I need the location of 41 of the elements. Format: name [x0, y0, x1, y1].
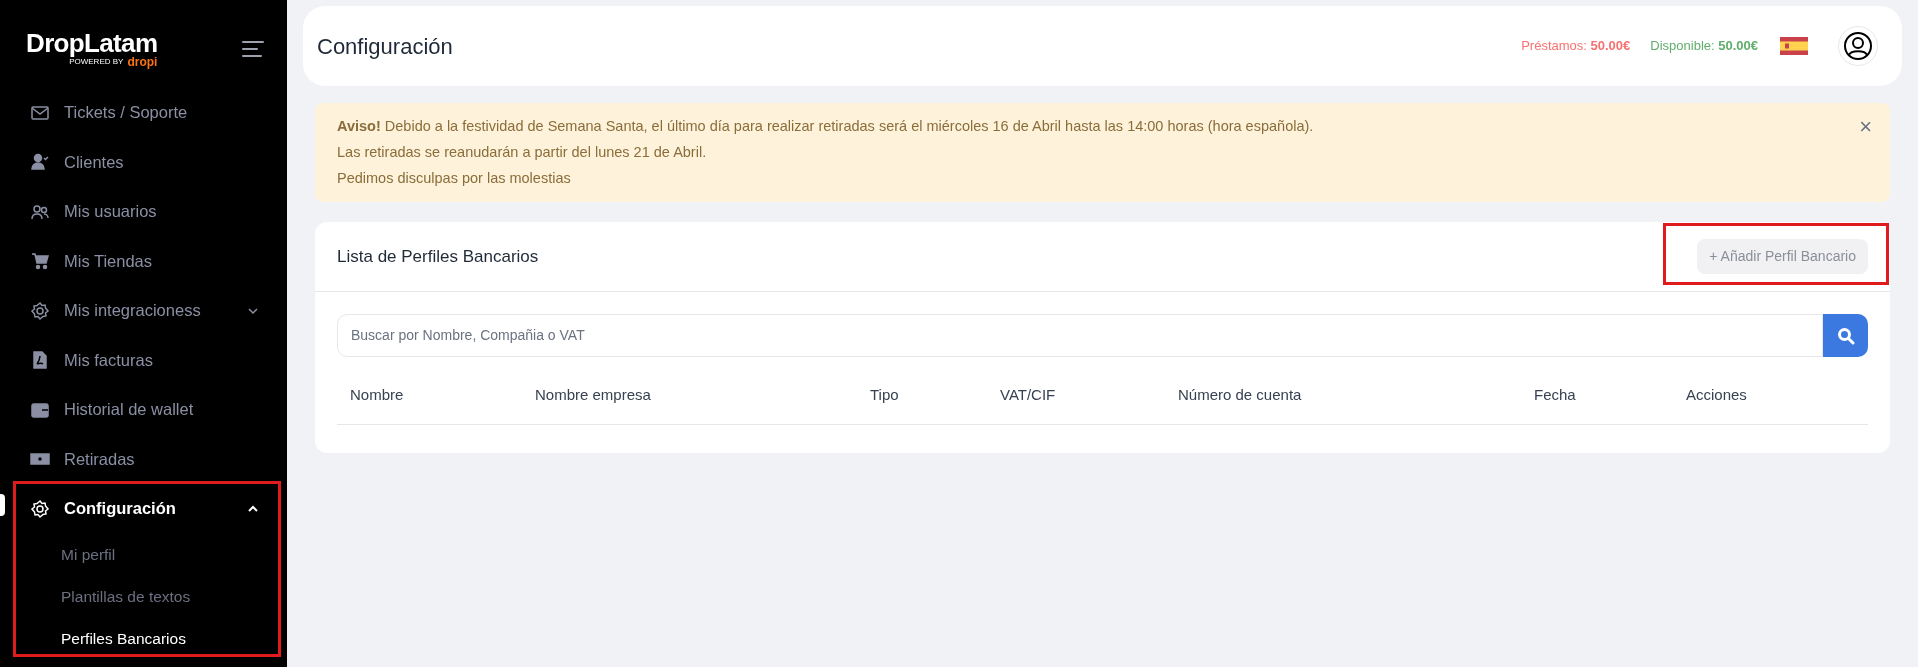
column-header: Número de cuenta: [1178, 384, 1303, 405]
column-header: Fecha: [1534, 384, 1577, 405]
cart-icon: [30, 251, 50, 272]
active-indicator: [0, 494, 5, 516]
search-button[interactable]: [1823, 314, 1868, 358]
submenu-item[interactable]: Plantillas de textos: [61, 575, 191, 618]
search-icon: [1836, 326, 1855, 345]
gear-icon: [30, 498, 50, 519]
alert-text: Aviso! Debido a la festividad de Semana Santa, el último día para realizar retiradas será el miércoles 16 de Abril hasta las 14:00 horas (hora española).: [337, 117, 1314, 136]
search-field[interactable]: Buscar por Nombre, Compañia o VAT: [337, 314, 1823, 358]
alert-text: Las retiradas se reanudarán a partir del lunes 21 de Abril.: [337, 142, 708, 162]
sidebar-item[interactable]: Retiradas: [16, 434, 271, 484]
alert-text: Pedimos disculpas por las molestias: [337, 168, 572, 188]
card-title: Lista de Perfiles Bancarios: [337, 246, 539, 268]
brand-logo: DropLatam: [26, 30, 158, 56]
column-header: Tipo: [870, 384, 900, 405]
sidebar-item[interactable]: Historial de wallet: [16, 385, 271, 435]
menu-icon[interactable]: [241, 40, 265, 58]
page-title: Configuración: [317, 32, 453, 61]
available-balance: Disponible: 50.00€: [1650, 37, 1758, 56]
sidebar-item[interactable]: Mis usuarios: [16, 187, 271, 237]
close-button[interactable]: ×: [1859, 116, 1872, 138]
loans-balance: Préstamos: 50.00€: [1521, 37, 1631, 56]
sidebar-item[interactable]: Configuración: [16, 484, 271, 534]
column-header: Acciones: [1686, 384, 1748, 405]
sidebar-item[interactable]: Mis facturas: [16, 335, 271, 385]
logo-tagline: POWERED BY: [69, 57, 124, 68]
sidebar-item[interactable]: Clientes: [16, 137, 271, 187]
submenu-item[interactable]: Mi perfil: [61, 533, 116, 576]
column-header: Nombre: [350, 384, 405, 405]
column-header: VAT/CIF: [1000, 384, 1057, 405]
sidebar-item[interactable]: Mis integracioness: [16, 286, 271, 336]
column-header: Nombre empresa: [535, 384, 652, 405]
submenu-item[interactable]: Perfiles Bancarios: [61, 617, 186, 660]
logo-subbrand: dropi: [127, 56, 158, 68]
sidebar-item[interactable]: Tickets / Soporte: [16, 88, 271, 138]
sidebar-item[interactable]: Mis Tiendas: [16, 236, 271, 286]
user-check-icon: [30, 152, 50, 173]
gear-icon: [30, 300, 50, 321]
spain-flag-icon[interactable]: [1780, 37, 1808, 55]
pdf-file-icon: [30, 350, 50, 371]
